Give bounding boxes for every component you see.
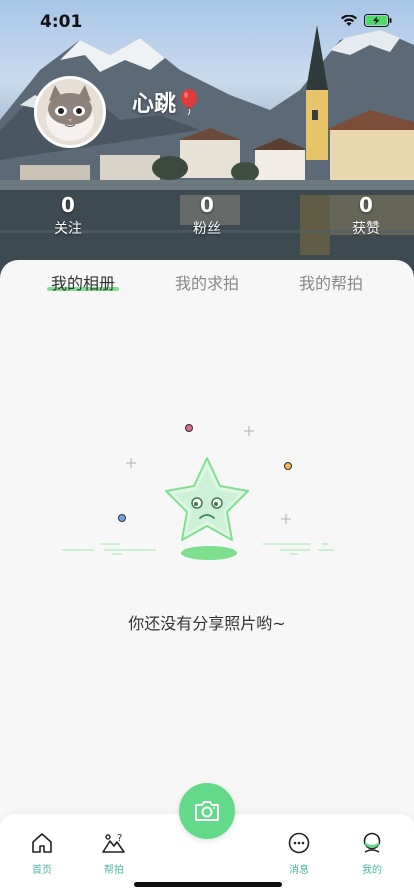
camera-icon	[195, 801, 219, 821]
svg-text:?: ?	[117, 833, 122, 844]
camera-button[interactable]	[179, 783, 235, 839]
stat-following-count: 0	[61, 193, 75, 217]
empty-star-illustration	[62, 424, 334, 560]
tab-my-helps[interactable]: 我的帮拍	[276, 270, 386, 294]
message-icon	[288, 832, 310, 854]
profile-stats: 0 关注 0 粉丝 0 获赞	[0, 192, 414, 252]
tabbar-item-mine[interactable]: 我的	[342, 832, 402, 876]
stat-fans[interactable]: 0 粉丝	[167, 192, 247, 240]
username-text: 心跳	[132, 92, 177, 117]
tabbar-item-home[interactable]: 首页	[12, 832, 72, 876]
status-time: 4:01	[40, 12, 83, 32]
status-icons	[340, 14, 392, 27]
profile-icon	[363, 832, 381, 853]
tabbar-label-home: 首页	[32, 865, 52, 876]
tabbar-item-messages[interactable]: 消息	[269, 832, 329, 876]
stat-likes-label: 获赞	[352, 221, 380, 237]
stat-fans-count: 0	[200, 193, 214, 217]
stat-likes-count: 0	[359, 193, 373, 217]
tabbar-label-mine: 我的	[362, 865, 382, 876]
album-tabs: 我的相册 我的求拍 我的帮拍	[0, 260, 414, 300]
tabbar-item-help-shoot[interactable]: ? 帮拍	[84, 832, 144, 876]
wifi-icon	[341, 14, 357, 26]
tabbar-label-messages: 消息	[289, 865, 309, 876]
stat-fans-label: 粉丝	[193, 221, 221, 237]
home-icon	[32, 833, 52, 853]
tabbar-label-help-shoot: 帮拍	[104, 865, 124, 876]
home-indicator	[134, 882, 282, 887]
tab-my-album[interactable]: 我的相册	[28, 270, 138, 294]
avatar[interactable]	[34, 76, 106, 148]
status-bar: 4:01	[0, 0, 414, 44]
battery-charging-icon	[364, 14, 392, 27]
empty-state-message: 你还没有分享照片哟~	[128, 614, 286, 633]
stat-following-label: 关注	[54, 221, 82, 237]
balloon-icon	[181, 89, 198, 115]
cat-avatar-image	[37, 79, 103, 145]
username: 心跳	[132, 86, 198, 118]
tab-my-requests[interactable]: 我的求拍	[152, 270, 262, 294]
help-shoot-icon: ?	[102, 833, 125, 853]
stat-likes[interactable]: 0 获赞	[326, 192, 406, 240]
stat-following[interactable]: 0 关注	[28, 192, 108, 240]
